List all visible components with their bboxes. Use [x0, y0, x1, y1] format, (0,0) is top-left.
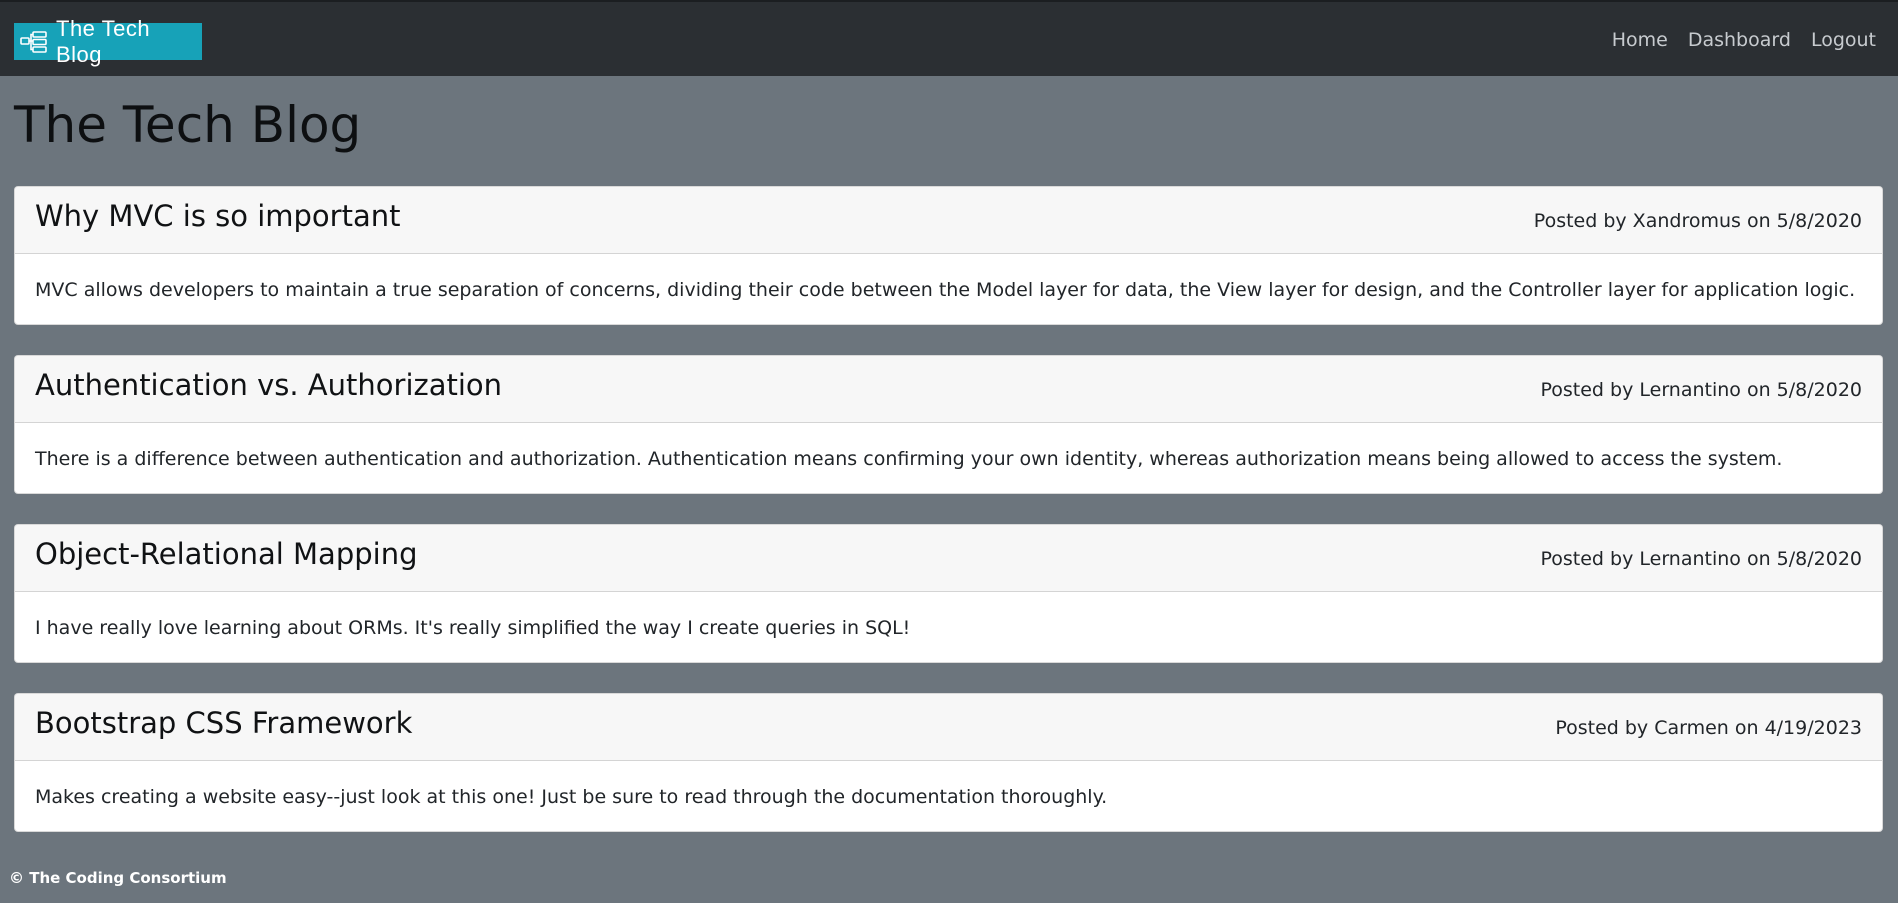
post-meta: Posted by Xandromus on 5/8/2020: [1533, 210, 1862, 232]
sitemap-icon: [20, 30, 48, 53]
nav-links: Home Dashboard Logout: [1612, 2, 1876, 78]
post-body: Makes creating a website easy--just look…: [35, 785, 1108, 808]
post-card-header: Bootstrap CSS Framework Posted by Carmen…: [15, 694, 1882, 761]
brand-link[interactable]: The Tech Blog: [14, 16, 202, 67]
post-meta: Posted by Carmen on 4/19/2023: [1555, 717, 1862, 739]
post-card: Why MVC is so important Posted by Xandro…: [14, 186, 1883, 325]
post-card-header: Authentication vs. Authorization Posted …: [15, 356, 1882, 423]
post-body: MVC allows developers to maintain a true…: [35, 278, 1856, 301]
post-card: Object-Relational Mapping Posted by Lern…: [14, 524, 1883, 663]
nav-link-logout[interactable]: Logout: [1811, 29, 1876, 51]
post-body: I have really love learning about ORMs. …: [35, 616, 911, 639]
post-card: Bootstrap CSS Framework Posted by Carmen…: [14, 693, 1883, 832]
nav-link-home[interactable]: Home: [1612, 29, 1668, 51]
post-card-header: Why MVC is so important Posted by Xandro…: [15, 187, 1882, 254]
post-meta: Posted by Lernantino on 5/8/2020: [1540, 379, 1862, 401]
post-list: Why MVC is so important Posted by Xandro…: [14, 186, 1883, 862]
brand-text: The Tech Blog: [56, 15, 151, 67]
nav-link-dashboard[interactable]: Dashboard: [1688, 29, 1791, 51]
post-title[interactable]: Authentication vs. Authorization: [35, 368, 502, 402]
post-meta: Posted by Lernantino on 5/8/2020: [1540, 548, 1862, 570]
post-body: There is a difference between authentica…: [35, 447, 1783, 470]
post-title[interactable]: Object-Relational Mapping: [35, 537, 417, 571]
post-title[interactable]: Bootstrap CSS Framework: [35, 706, 412, 740]
post-card-header: Object-Relational Mapping Posted by Lern…: [15, 525, 1882, 592]
footer-copyright: © The Coding Consortium: [9, 869, 227, 887]
navbar: The Tech Blog Home Dashboard Logout: [0, 0, 1898, 76]
page-title: The Tech Blog: [14, 96, 362, 154]
post-card: Authentication vs. Authorization Posted …: [14, 355, 1883, 494]
post-title[interactable]: Why MVC is so important: [35, 199, 401, 233]
